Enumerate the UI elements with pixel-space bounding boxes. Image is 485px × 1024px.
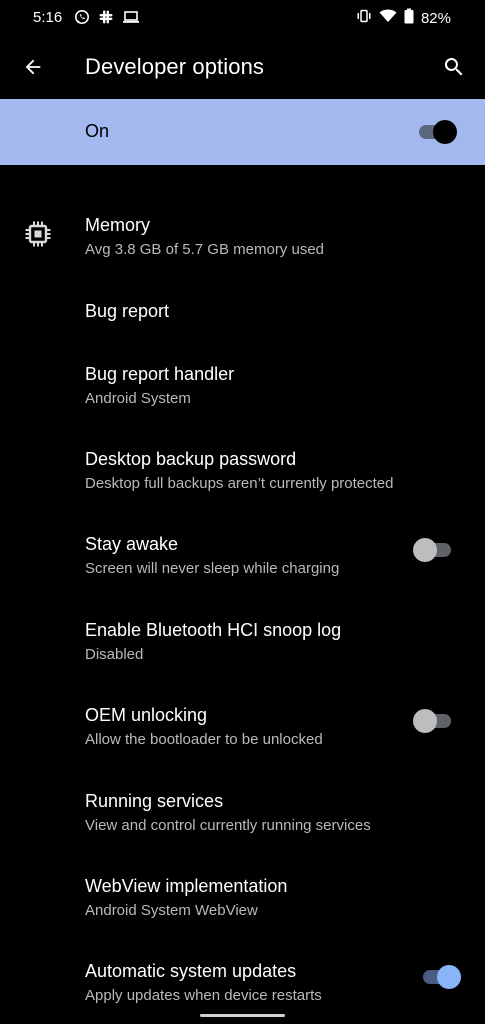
stay-awake-switch[interactable] bbox=[413, 538, 453, 562]
setting-summary: Allow the bootloader to be unlocked bbox=[85, 731, 323, 748]
oem-unlocking-switch[interactable] bbox=[413, 709, 453, 733]
wifi-icon bbox=[379, 8, 397, 29]
slack-icon bbox=[98, 9, 114, 30]
setting-title: WebView implementation bbox=[85, 876, 288, 896]
setting-desktop-backup-password[interactable]: Desktop backup password Desktop full bac… bbox=[0, 429, 485, 514]
setting-summary: Apply updates when device restarts bbox=[85, 987, 322, 1004]
setting-summary: Android System WebView bbox=[85, 902, 258, 919]
setting-title: Desktop backup password bbox=[85, 449, 297, 469]
arrow-back-icon bbox=[25, 59, 41, 75]
setting-title: Bug report bbox=[85, 301, 170, 321]
whatsapp-icon bbox=[74, 9, 90, 30]
setting-bug-report[interactable]: Bug report bbox=[0, 281, 485, 343]
setting-summary: Desktop full backups aren’t currently pr… bbox=[85, 475, 394, 492]
switch-thumb bbox=[437, 965, 461, 989]
setting-summary: Disabled bbox=[85, 646, 144, 663]
setting-summary: Android System bbox=[85, 390, 191, 407]
notification-icons bbox=[74, 9, 140, 30]
setting-summary: View and control currently running servi… bbox=[85, 817, 371, 834]
setting-summary: Screen will never sleep while charging bbox=[85, 560, 340, 577]
setting-memory[interactable]: Memory Avg 3.8 GB of 5.7 GB memory used bbox=[0, 195, 485, 281]
developer-options-master-switch[interactable]: On bbox=[0, 99, 485, 165]
battery-percentage: 82% bbox=[420, 10, 451, 27]
setting-title: Memory bbox=[85, 215, 151, 235]
settings-list: Memory Avg 3.8 GB of 5.7 GB memory used … bbox=[0, 195, 485, 1011]
setting-title: Bug report handler bbox=[85, 364, 235, 384]
setting-summary: Avg 3.8 GB of 5.7 GB memory used bbox=[85, 241, 325, 258]
master-switch-label: On bbox=[85, 121, 110, 141]
setting-bug-report-handler[interactable]: Bug report handler Android System bbox=[0, 343, 485, 429]
vibrate-icon bbox=[356, 8, 372, 29]
setting-title: Running services bbox=[85, 791, 224, 811]
memory-chip-icon bbox=[25, 221, 51, 247]
setting-automatic-system-updates[interactable]: Automatic system updates Apply updates w… bbox=[0, 941, 485, 1011]
gesture-nav-handle[interactable] bbox=[200, 1014, 285, 1017]
setting-title: Enable Bluetooth HCI snoop log bbox=[85, 620, 342, 640]
setting-webview-implementation[interactable]: WebView implementation Android System We… bbox=[0, 856, 485, 941]
setting-title: OEM unlocking bbox=[85, 705, 208, 725]
laptop-icon bbox=[122, 9, 140, 30]
app-bar: Developer options bbox=[0, 36, 485, 99]
master-switch-toggle[interactable] bbox=[417, 120, 457, 144]
switch-thumb bbox=[433, 120, 457, 144]
battery-icon bbox=[404, 8, 414, 29]
back-button[interactable] bbox=[18, 52, 48, 82]
switch-thumb bbox=[413, 538, 437, 562]
search-icon bbox=[444, 58, 463, 76]
status-bar: 5:16 82% bbox=[0, 0, 485, 36]
status-time: 5:16 bbox=[33, 9, 63, 26]
setting-title: Stay awake bbox=[85, 534, 179, 554]
automatic-updates-switch[interactable] bbox=[421, 965, 461, 989]
search-button[interactable] bbox=[439, 52, 469, 82]
page-title: Developer options bbox=[85, 54, 265, 79]
setting-bluetooth-hci-snoop-log[interactable]: Enable Bluetooth HCI snoop log Disabled bbox=[0, 600, 485, 685]
setting-title: Automatic system updates bbox=[85, 961, 297, 981]
switch-thumb bbox=[413, 709, 437, 733]
system-icons: 82% bbox=[356, 8, 451, 29]
setting-stay-awake[interactable]: Stay awake Screen will never sleep while… bbox=[0, 514, 485, 600]
setting-oem-unlocking[interactable]: OEM unlocking Allow the bootloader to be… bbox=[0, 685, 485, 771]
setting-running-services[interactable]: Running services View and control curren… bbox=[0, 771, 485, 856]
